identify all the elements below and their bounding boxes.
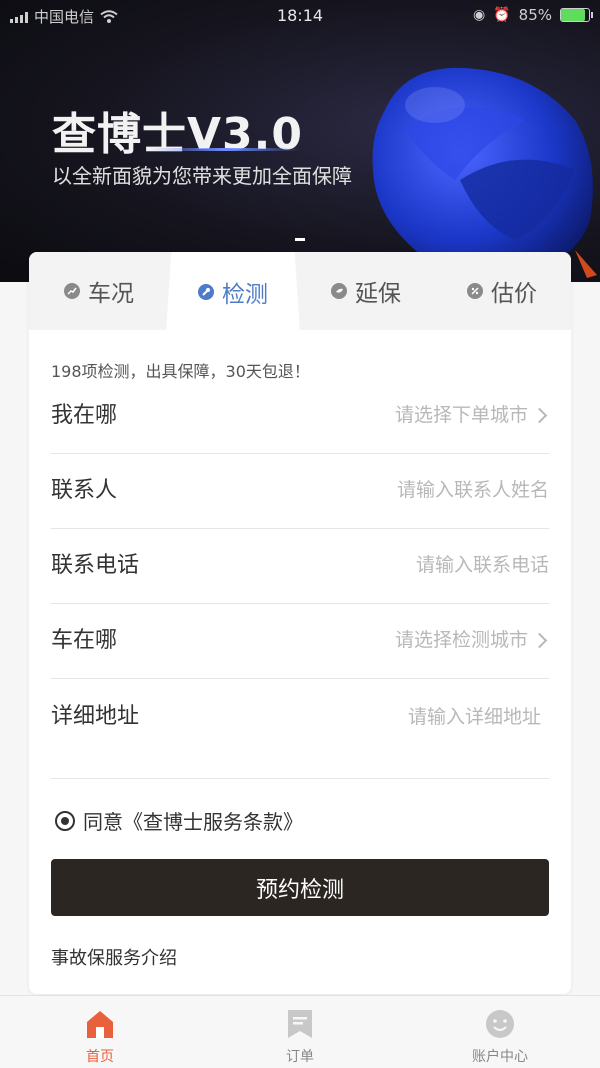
car-cover-image: [372, 67, 597, 278]
smiley-icon: [486, 1010, 514, 1038]
terms-agree[interactable]: 同意《查博士服务条款》: [55, 806, 303, 835]
percent-icon: [467, 283, 483, 299]
battery-percent: 85%: [518, 6, 552, 24]
bottom-nav: 首页 订单 账户中心: [0, 995, 600, 1068]
field-placeholder: 请输入联系人姓名: [396, 479, 549, 501]
row-label: 联系电话: [51, 553, 140, 578]
tab-condition[interactable]: 车况: [34, 252, 164, 330]
city-select-row[interactable]: 我在哪 请选择下单城市: [51, 378, 549, 454]
tab-warranty[interactable]: 延保: [301, 252, 431, 330]
nav-account[interactable]: 账户中心: [400, 996, 600, 1068]
orientation-lock-icon: ◉: [473, 7, 486, 23]
field-placeholder: 请输入详细地址: [407, 706, 541, 728]
banner-glow-line: [150, 148, 300, 151]
terms-link[interactable]: 同意《查博士服务条款》: [83, 806, 303, 835]
address-row[interactable]: 详细地址 请输入详细地址: [51, 678, 549, 779]
shield-icon: [331, 283, 347, 299]
service-card: 车况 检测 延保 估价 198项检测，出具保障，30天包退！ 我在哪 请选择下单…: [29, 252, 571, 994]
home-icon: [87, 1011, 113, 1038]
row-label: 详细地址: [51, 704, 140, 729]
field-placeholder: 请选择下单城市: [394, 404, 528, 426]
alarm-icon: ⏰: [493, 7, 511, 23]
nav-label: 账户中心: [472, 1049, 528, 1065]
city-select-field[interactable]: 请选择下单城市: [395, 378, 549, 453]
wrench-icon: [198, 284, 214, 300]
agree-radio[interactable]: [55, 810, 75, 831]
address-input[interactable]: 请输入详细地址: [408, 678, 541, 756]
tab-label: 检测: [222, 282, 268, 308]
bookmark-icon: [288, 1010, 312, 1038]
contact-phone-input[interactable]: 请输入联系电话: [416, 528, 549, 603]
status-bar: 中国电信 18:14 ◉ ⏰ 85%: [0, 0, 600, 32]
nav-home[interactable]: 首页: [0, 996, 200, 1068]
row-label: 车在哪: [51, 628, 118, 653]
chevron-right-icon: [531, 632, 548, 649]
tab-inspection[interactable]: 检测: [166, 252, 300, 332]
row-label: 我在哪: [51, 403, 118, 428]
service-intro-link[interactable]: 事故保服务介绍: [51, 944, 177, 970]
car-city-row[interactable]: 车在哪 请选择检测城市: [51, 603, 549, 679]
chevron-right-icon: [531, 407, 548, 424]
banner-title: 查博士V3.0: [52, 109, 303, 160]
field-placeholder: 请输入联系电话: [415, 554, 549, 576]
banner-subtitle: 以全新面貌为您带来更加全面保障: [52, 164, 352, 188]
tab-label: 估价: [491, 281, 537, 307]
contact-name-row[interactable]: 联系人 请输入联系人姓名: [51, 453, 549, 529]
tab-valuation[interactable]: 估价: [437, 252, 567, 330]
row-label: 联系人: [51, 478, 118, 503]
book-inspection-button[interactable]: 预约检测: [51, 859, 549, 916]
carousel-indicator[interactable]: [295, 238, 305, 241]
nav-label: 首页: [86, 1049, 114, 1065]
nav-label: 订单: [286, 1049, 314, 1065]
battery-icon: [560, 8, 593, 22]
service-tabs: 车况 检测 延保 估价: [29, 252, 571, 332]
nav-orders[interactable]: 订单: [200, 996, 400, 1068]
status-right: ◉ ⏰ 85%: [473, 6, 593, 24]
tab-label: 延保: [355, 281, 401, 307]
chart-icon: [64, 283, 80, 299]
car-city-select-field[interactable]: 请选择检测城市: [395, 603, 549, 678]
tab-label: 车况: [88, 281, 134, 307]
field-placeholder: 请选择检测城市: [394, 629, 528, 651]
contact-name-input[interactable]: 请输入联系人姓名: [397, 453, 549, 528]
hero-banner[interactable]: 中国电信 18:14 ◉ ⏰ 85% 查博士V3.0 以全新面貌为您带来更加全面…: [0, 0, 600, 282]
contact-phone-row[interactable]: 联系电话 请输入联系电话: [51, 528, 549, 604]
